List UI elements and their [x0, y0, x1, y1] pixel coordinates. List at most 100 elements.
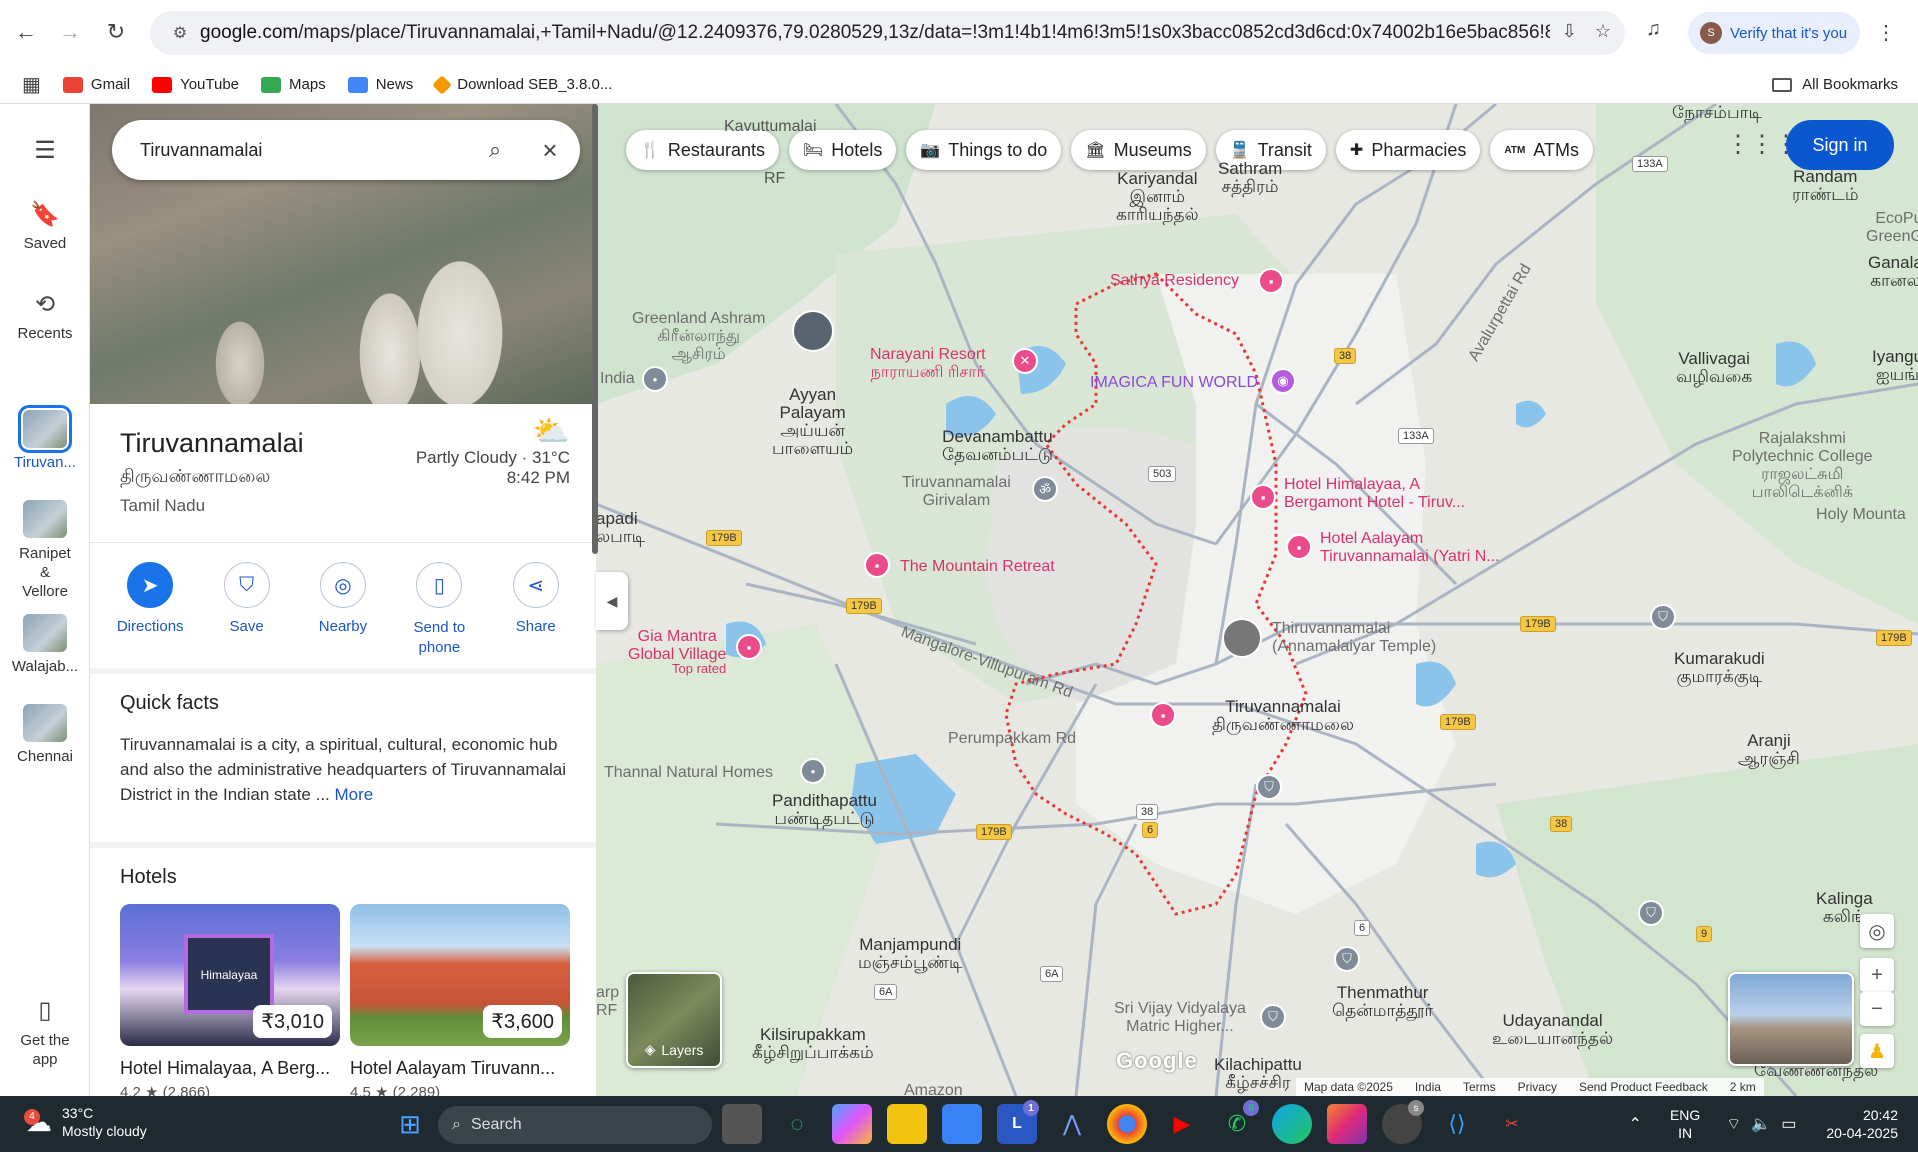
directions-button[interactable]: ➤ Directions — [105, 562, 195, 682]
star-icon[interactable]: ☆ — [1595, 21, 1611, 42]
hotel-pin-icon[interactable]: ▪ — [1250, 484, 1276, 510]
nearby-button[interactable]: ◎ Nearby — [298, 562, 388, 682]
rail-place-walajabad[interactable]: Walajab... — [0, 614, 90, 675]
school-pin-icon[interactable]: ⛉ — [1650, 604, 1676, 630]
rail-recents[interactable]: ⟲ Recents — [0, 290, 90, 342]
chevron-up-icon[interactable]: ⌃ — [1629, 1114, 1642, 1134]
clock[interactable]: 20:42 20-04-2025 — [1826, 1106, 1898, 1142]
layers-button[interactable]: ◈ Layers — [626, 972, 722, 1068]
privacy-link[interactable]: Privacy — [1518, 1080, 1557, 1094]
hotel-card[interactable]: ₹3,600 Hotel Aalayam Tiruvann... 4.5 ★ (… — [350, 904, 570, 1096]
wifi-icon[interactable]: ⌔ — [1726, 1114, 1741, 1134]
amusement-pin-icon[interactable]: ◉ — [1270, 368, 1296, 394]
rail-place-chennai[interactable]: Chennai — [0, 704, 90, 765]
zoom-out-button[interactable]: − — [1860, 992, 1894, 1026]
rail-saved[interactable]: 🔖 Saved — [0, 200, 90, 252]
bookmark-download-seb[interactable]: Download SEB_3.8.0... — [432, 74, 612, 95]
place-pin-icon[interactable]: • — [642, 366, 668, 392]
site-info-icon[interactable]: ⚙ — [160, 23, 200, 43]
menu-kebab-icon[interactable]: ⋮ — [1876, 20, 1896, 45]
whatsapp-icon[interactable]: ✆ 8 — [1217, 1100, 1259, 1144]
install-icon[interactable]: ⇩ — [1562, 21, 1577, 42]
copilot-icon[interactable] — [832, 1104, 872, 1144]
my-location-icon[interactable]: ◎ — [1860, 914, 1894, 948]
language-indicator[interactable]: ENG IN — [1670, 1106, 1700, 1142]
place-pin-icon[interactable]: • — [800, 758, 826, 784]
battery-icon[interactable]: ▭ — [1781, 1114, 1796, 1134]
ashram-photo-pin-icon[interactable] — [792, 310, 834, 352]
file-explorer-icon[interactable] — [887, 1104, 927, 1144]
refresh-app-icon[interactable]: ◌ — [777, 1104, 817, 1144]
zoom-in-button[interactable]: + — [1860, 958, 1894, 992]
terms-link[interactable]: Terms — [1463, 1080, 1496, 1094]
instagram-icon[interactable] — [1327, 1104, 1367, 1144]
rail-place-tiruvannamalai[interactable]: Tiruvan... — [0, 405, 90, 471]
chrome-profile-icon[interactable]: s — [1382, 1100, 1424, 1144]
temple-photo-pin-icon[interactable] — [1222, 618, 1262, 658]
pegman-icon[interactable]: ♟ — [1860, 1034, 1894, 1068]
region-link[interactable]: India — [1415, 1080, 1441, 1094]
chip-things-to-do[interactable]: 📷 Things to do — [906, 130, 1062, 170]
scale-bar[interactable]: 2 km — [1730, 1080, 1756, 1094]
edge-icon[interactable] — [1272, 1104, 1312, 1144]
sign-in-button[interactable]: Sign in — [1786, 120, 1894, 170]
map-canvas[interactable]: 🍴 Restaurants 🛏 Hotels 📷 Things to do 🏛 Muse… — [596, 104, 1918, 1096]
hotel-pin-icon[interactable]: ▪ — [736, 634, 762, 660]
chrome-icon[interactable] — [1107, 1104, 1147, 1144]
all-bookmarks-button[interactable]: All Bookmarks — [1772, 76, 1898, 93]
taskbar-weather[interactable]: ☁ 4 33°C Mostly cloudy — [24, 1104, 147, 1140]
send-to-phone-button[interactable]: ▯ Send to phone — [394, 562, 484, 682]
vscode-icon[interactable]: ⟨⟩ — [1437, 1104, 1477, 1144]
chip-hotels[interactable]: 🛏 Hotels — [788, 130, 897, 170]
address-bar[interactable]: ⚙ google.com/maps/place/Tiruvannamalai,+… — [150, 11, 1625, 55]
hotel-pin-icon[interactable]: ▪ — [864, 552, 890, 578]
hotel-pin-icon[interactable]: ▪ — [1150, 702, 1176, 728]
share-button[interactable]: ⋖ Share — [491, 562, 581, 682]
hotel-pin-icon[interactable]: ▪ — [1286, 534, 1312, 560]
verify-identity-button[interactable]: S Verify that it's you — [1688, 12, 1860, 54]
apps-grid-icon[interactable]: ▦ — [22, 72, 41, 97]
collapse-panel-button[interactable]: ◀ — [596, 572, 628, 630]
street-view-thumbnail[interactable] — [1728, 972, 1854, 1066]
resort-pin-icon[interactable]: ✕ — [1012, 348, 1038, 374]
search-icon[interactable]: ⌕ — [470, 137, 520, 163]
school-pin-icon[interactable]: ⛉ — [1260, 1004, 1286, 1030]
snipping-tool-icon[interactable]: ✂ — [1492, 1104, 1532, 1144]
forward-arrow-icon[interactable]: → — [52, 14, 88, 50]
feedback-link[interactable]: Send Product Feedback — [1579, 1080, 1708, 1094]
media-control-icon[interactable]: ♫ — [1646, 18, 1661, 41]
task-view-icon[interactable] — [722, 1104, 762, 1144]
windows-start-icon[interactable]: ⊞ — [390, 1104, 430, 1144]
hamburger-menu-icon[interactable]: ☰ — [0, 136, 90, 171]
chip-restaurants[interactable]: 🍴 Restaurants — [626, 130, 779, 170]
volume-icon[interactable]: 🔈 — [1751, 1114, 1771, 1134]
back-arrow-icon[interactable]: ← — [8, 14, 44, 50]
vector-app-icon[interactable]: ⋀ — [1052, 1104, 1092, 1144]
bookmark-youtube[interactable]: YouTube — [152, 76, 239, 93]
chip-atms[interactable]: ATM ATMs — [1490, 130, 1593, 170]
bookmark-news[interactable]: News — [347, 76, 413, 93]
bookmark-maps[interactable]: Maps — [261, 76, 326, 93]
school-pin-icon[interactable]: ⛉ — [1256, 774, 1282, 800]
store-icon[interactable] — [942, 1104, 982, 1144]
save-button[interactable]: ⛉ Save — [202, 562, 292, 682]
taskbar-search[interactable]: ⌕ Search — [438, 1106, 712, 1144]
close-icon[interactable]: × — [520, 135, 580, 166]
school-pin-icon[interactable]: ⛉ — [1638, 900, 1664, 926]
more-link[interactable]: More — [334, 785, 373, 804]
hotel-pin-icon[interactable]: ▪ — [1258, 268, 1284, 294]
school-pin-icon[interactable]: ⛉ — [1334, 946, 1360, 972]
panel-scrollbar[interactable] — [592, 104, 598, 554]
rail-place-ranipet[interactable]: Ranipet & Vellore — [0, 500, 90, 601]
rail-get-app[interactable]: ▯ Get the app — [0, 996, 90, 1069]
temple-pin-icon[interactable]: ॐ — [1032, 476, 1058, 502]
url-text[interactable]: google.com/maps/place/Tiruvannamalai,+Ta… — [200, 22, 1550, 44]
chip-pharmacies[interactable]: ✚ Pharmacies — [1335, 130, 1481, 170]
reload-icon[interactable]: ↻ — [98, 14, 134, 50]
youtube-icon[interactable]: ▶ — [1162, 1104, 1202, 1144]
bookmark-gmail[interactable]: Gmail — [62, 76, 130, 93]
chip-museums[interactable]: 🏛 Museums — [1071, 130, 1206, 170]
l-app-icon[interactable]: L1 — [997, 1100, 1039, 1144]
hotel-card[interactable]: Himalayaa ₹3,010 Hotel Himalayaa, A Berg… — [120, 904, 340, 1096]
search-input[interactable]: Tiruvannamalai ⌕ × — [112, 120, 580, 180]
